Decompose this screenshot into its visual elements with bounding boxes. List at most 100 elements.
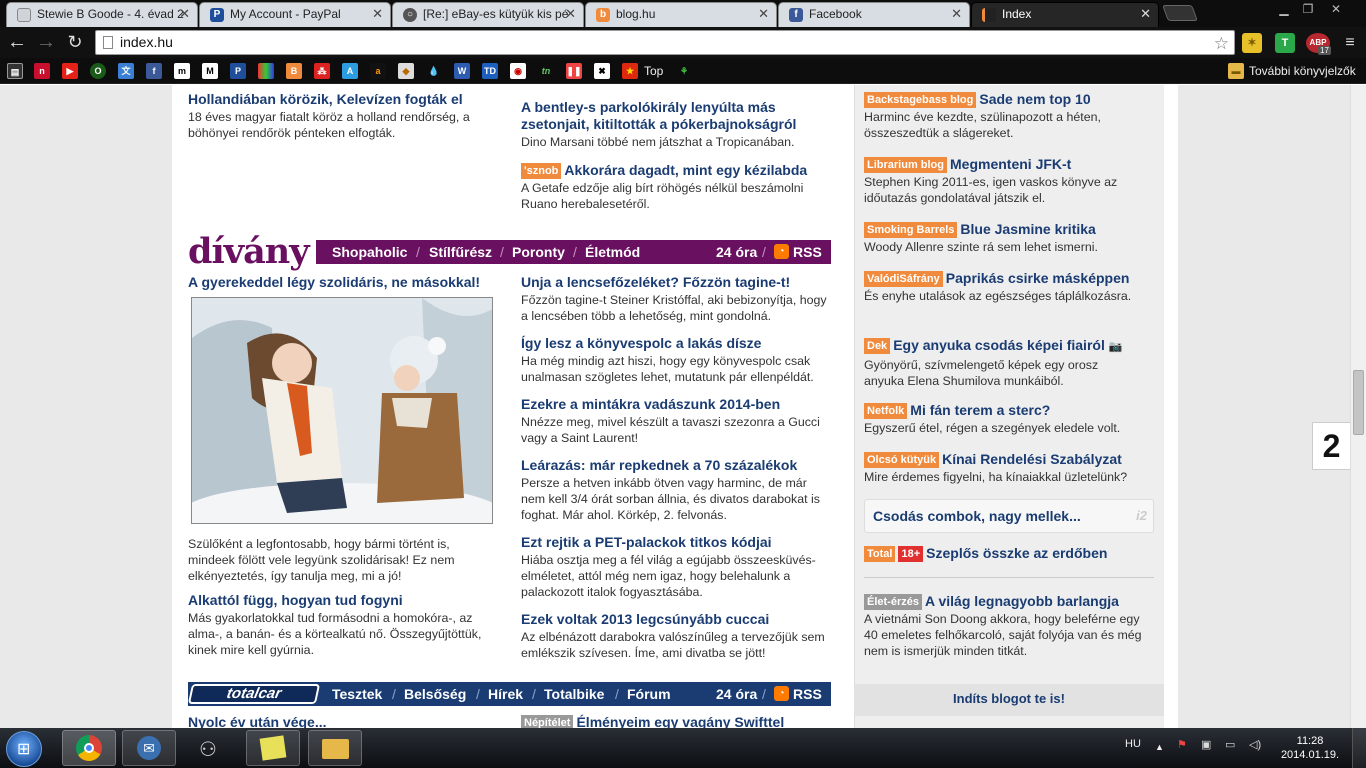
blogger-icon[interactable]: B <box>286 63 302 79</box>
totalcar-logo[interactable]: totalcar <box>187 684 321 704</box>
clock[interactable]: 11:28 2014.01.19. <box>1280 734 1340 762</box>
bookmark-o-icon[interactable]: O <box>90 63 106 79</box>
elet-title[interactable]: A világ legnagyobb barlangja <box>925 593 1119 609</box>
blog-tag[interactable]: Netfolk <box>864 403 908 419</box>
scrollbar-thumb[interactable] <box>1353 370 1364 435</box>
bookmark-n-icon[interactable]: n <box>34 63 50 79</box>
totalcar-24h[interactable]: 24 óra <box>716 686 757 702</box>
start-blog-link[interactable]: Indíts blogot te is! <box>854 684 1164 716</box>
imdb-icon[interactable]: m <box>174 63 190 79</box>
story-title[interactable]: A bentley-s parkolókirály lenyúlta más z… <box>521 99 831 133</box>
tray-monitor-icon[interactable]: ▭ <box>1225 738 1235 751</box>
translate-icon[interactable]: 文 <box>118 63 134 79</box>
story-title[interactable]: Akkorára dagadt, mint egy kézilabda <box>564 162 807 178</box>
story-title[interactable]: Nyolc év után vége... <box>188 714 498 728</box>
forward-icon[interactable]: → <box>34 31 58 53</box>
address-bar[interactable]: index.hu ☆ <box>95 30 1235 55</box>
index2-ribbon[interactable]: 2 <box>1312 422 1350 470</box>
combo-promo[interactable]: Csodás combok, nagy mellek... i2 <box>864 499 1154 533</box>
tray-expand-icon[interactable]: ▲ <box>1155 742 1164 752</box>
total-tag[interactable]: Total <box>864 546 896 562</box>
elet-tag[interactable]: Élet-érzés <box>864 594 922 610</box>
reload-icon[interactable]: ↻ <box>63 31 87 53</box>
rss-icon[interactable]: ◔ <box>774 686 789 701</box>
story-title[interactable]: Élményeim egy vagány Swifttel <box>576 714 784 728</box>
totalcar-nav-item[interactable]: Tesztek <box>332 686 382 702</box>
bookmark-box-icon[interactable]: ◆ <box>398 63 414 79</box>
taskbar-chrome[interactable] <box>62 730 116 766</box>
blog-tag[interactable]: Smoking Barrels <box>864 222 958 238</box>
youtube-icon[interactable]: ▶ <box>62 63 78 79</box>
menu-icon[interactable]: ≡ <box>1340 33 1360 53</box>
story-title[interactable]: Hollandiában körözik, Kelevízen fogták e… <box>188 91 498 108</box>
divany-rss[interactable]: RSS <box>793 244 822 260</box>
bookmark-star-icon[interactable]: ☆ <box>1214 32 1229 55</box>
story-title[interactable]: Ezek voltak 2013 legcsúnyább cuccai <box>521 611 831 628</box>
main-story-image[interactable] <box>191 297 493 524</box>
bookmark-a-icon[interactable]: A <box>342 63 358 79</box>
divany-nav-item[interactable]: Stílfűrész <box>429 244 492 260</box>
blog-title[interactable]: Sade nem top 10 <box>979 91 1090 107</box>
bookmark-tn-icon[interactable]: tn <box>538 63 554 79</box>
taskbar-thunderbird[interactable]: ✉ <box>122 730 176 766</box>
china-flag-icon[interactable]: ★ <box>622 63 638 79</box>
start-button[interactable]: ⊞ <box>6 731 42 767</box>
blog-title[interactable]: Paprikás csirke másképpen <box>946 270 1130 286</box>
blog-title[interactable]: Megmenteni JFK-t <box>950 156 1071 172</box>
minimize-icon[interactable]: ▁ <box>1273 2 1295 18</box>
tab-stewie[interactable]: Stewie B Goode - 4. évad 2 ✕ <box>6 2 198 27</box>
totalcar-rss[interactable]: RSS <box>793 686 822 702</box>
close-icon[interactable]: ✕ <box>951 3 962 25</box>
bookmark-pause-icon[interactable]: ❚❚ <box>566 63 582 79</box>
tab-facebook[interactable]: f Facebook ✕ <box>778 2 970 27</box>
blog-title[interactable]: Kínai Rendelési Szabályzat <box>942 451 1122 467</box>
tab-blog[interactable]: b blog.hu ✕ <box>585 2 777 27</box>
totalcar-nav-item[interactable]: Totalbike <box>544 686 604 702</box>
bookmark-top[interactable]: Top <box>644 63 663 79</box>
bookmark-icon[interactable]: ▤ <box>7 63 23 79</box>
story-title[interactable]: Így lesz a könyvespolc a lakás dísze <box>521 335 831 352</box>
new-tab-button[interactable] <box>1162 5 1198 21</box>
close-icon[interactable]: ✕ <box>179 3 190 25</box>
blog-tag[interactable]: Backstagebass blog <box>864 92 977 108</box>
story-tag[interactable]: 'sznob <box>521 163 562 179</box>
story-title[interactable]: Leárazás: már repkednek a 70 százalékok <box>521 457 831 474</box>
blog-tag[interactable]: ValódiSáfrány <box>864 271 943 287</box>
amazon-icon[interactable]: a <box>370 63 386 79</box>
story-title[interactable]: Ezekre a mintákra vadászunk 2014-ben <box>521 396 831 413</box>
story-title[interactable]: Unja a lencsefőzeléket? Főzzön tagine-t! <box>521 274 831 291</box>
divany-24h[interactable]: 24 óra <box>716 244 757 260</box>
bookmark-td-icon[interactable]: TD <box>482 63 498 79</box>
total-title[interactable]: Szeplős összke az erdőben <box>926 545 1107 561</box>
close-icon[interactable]: ✕ <box>565 3 576 25</box>
close-icon[interactable]: ✕ <box>1140 3 1151 25</box>
extension-t-icon[interactable]: T <box>1275 33 1295 53</box>
bookmark-drop-icon[interactable]: 💧 <box>426 63 442 79</box>
close-icon[interactable]: ✕ <box>372 3 383 25</box>
combo-title[interactable]: Csodás combok, nagy mellek... <box>873 508 1081 524</box>
blog-tag[interactable]: Olcsó kütyük <box>864 452 940 468</box>
bookmark-w-icon[interactable]: W <box>454 63 470 79</box>
tray-flag-icon[interactable]: ⚑ <box>1177 738 1187 751</box>
blog-title[interactable]: Mi fán terem a sterc? <box>910 402 1050 418</box>
taskbar-network-tool[interactable]: ⚇ <box>184 730 238 766</box>
other-bookmarks[interactable]: További könyvjelzők <box>1249 63 1356 79</box>
bookmark-m-icon[interactable]: M <box>202 63 218 79</box>
volume-icon[interactable]: ◁) <box>1249 738 1261 751</box>
bookmark-bar-icon[interactable] <box>258 63 274 79</box>
divany-nav-item[interactable]: Poronty <box>512 244 565 260</box>
extension-icon[interactable]: ✶ <box>1242 33 1262 53</box>
tab-index[interactable]: Index ✕ <box>971 2 1159 27</box>
totalcar-nav-item[interactable]: Hírek <box>488 686 523 702</box>
divany-nav-item[interactable]: Shopaholic <box>332 244 407 260</box>
blog-tag[interactable]: Dek <box>864 338 891 354</box>
bookmark-shield-icon[interactable]: ◉ <box>510 63 526 79</box>
divany-nav-item[interactable]: Életmód <box>585 244 640 260</box>
totalcar-nav-item[interactable]: Belsőség <box>404 686 466 702</box>
rss-icon[interactable]: ◔ <box>774 244 789 259</box>
language-indicator[interactable]: HU <box>1125 738 1141 750</box>
window-close-icon[interactable]: ✕ <box>1325 2 1347 18</box>
blog-title[interactable]: Egy anyuka csodás képei fiairól <box>893 337 1105 353</box>
bookmark-leaf-icon[interactable]: ⚘ <box>676 63 692 79</box>
blog-tag[interactable]: Librarium blog <box>864 157 947 173</box>
